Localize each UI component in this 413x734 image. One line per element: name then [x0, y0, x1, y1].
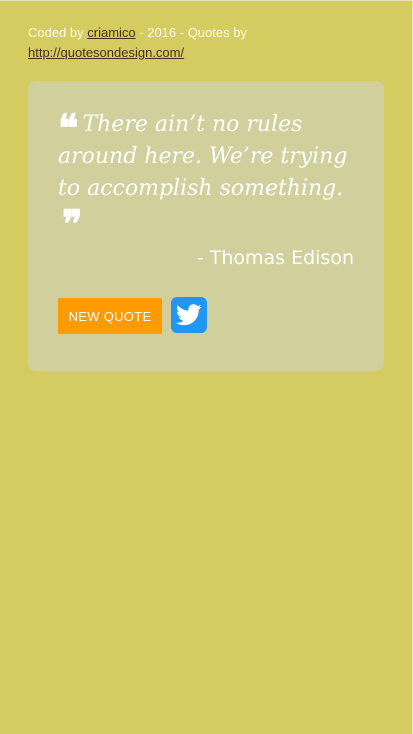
quote-card: ❝ There ain’t no rules around here. We’re…: [28, 81, 384, 371]
credits-line: Coded by criamico - 2016 - Quotes by http…: [28, 23, 388, 63]
twitter-icon: [176, 304, 202, 326]
author-link[interactable]: criamico: [87, 25, 135, 40]
credits-prefix: Coded by: [28, 25, 88, 40]
tweet-button[interactable]: [171, 297, 207, 333]
quote-text-block: ❝ There ain’t no rules around here. We’re…: [58, 105, 358, 246]
source-link[interactable]: http://quotesondesign.com/: [28, 45, 184, 60]
close-quote-icon: ❞: [62, 201, 83, 246]
open-quote-icon: ❝: [58, 105, 79, 150]
new-quote-button[interactable]: NEW QUOTE: [58, 298, 162, 334]
credits-middle: - 2016 - Quotes by: [135, 25, 247, 40]
quote-author: - Thomas Edison: [196, 247, 354, 269]
quote-text: There ain’t no rules around here. We’re …: [58, 112, 348, 201]
